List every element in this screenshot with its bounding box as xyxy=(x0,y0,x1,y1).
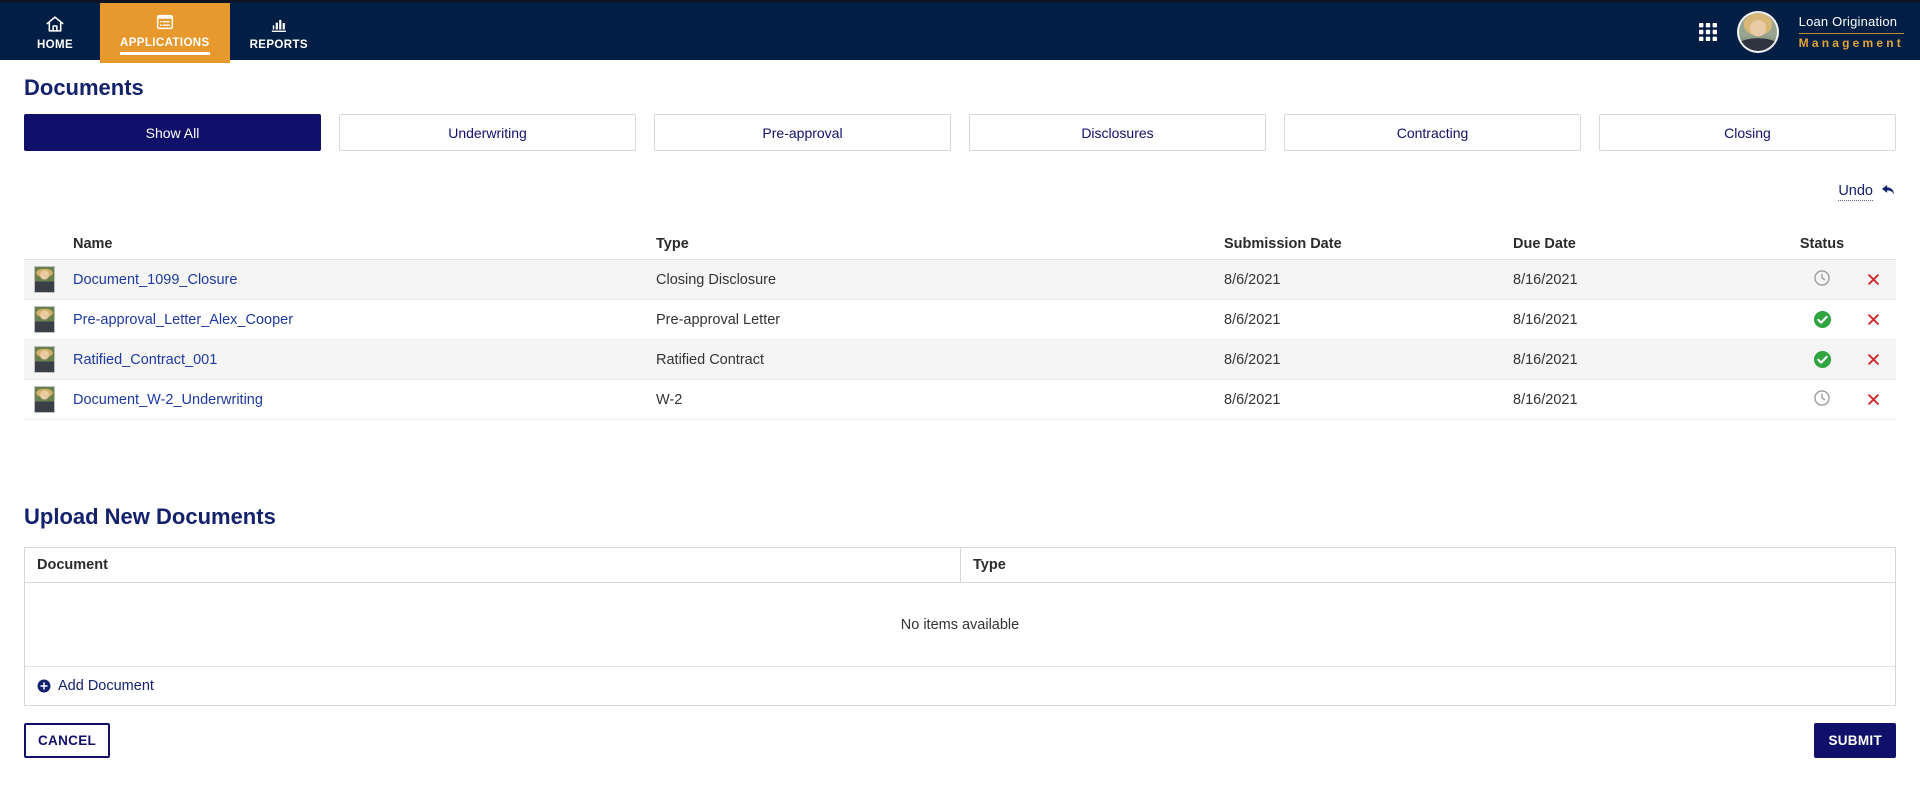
due-date: 8/16/2021 xyxy=(1513,391,1578,408)
undo-row: Undo xyxy=(24,181,1896,202)
documents-table-header: Name Type Submission Date Due Date Statu… xyxy=(24,228,1896,260)
upload-header-document: Document xyxy=(37,557,108,573)
undo-arrow-icon[interactable] xyxy=(1879,183,1896,200)
filter-underwriting[interactable]: Underwriting xyxy=(339,114,636,151)
tab-applications[interactable]: APPLICATIONS xyxy=(100,3,230,63)
document-type: Closing Disclosure xyxy=(656,271,777,288)
table-row: Pre-approval_Letter_Alex_Cooper Pre-appr… xyxy=(24,300,1896,340)
header-name: Name xyxy=(73,235,113,252)
clock-icon xyxy=(1813,269,1831,291)
document-type: Ratified Contract xyxy=(656,351,764,368)
document-name-link[interactable]: Document_1099_Closure xyxy=(73,272,237,288)
delete-document-button[interactable] xyxy=(1864,350,1883,369)
due-date: 8/16/2021 xyxy=(1513,351,1578,368)
check-icon xyxy=(1813,350,1832,369)
undo-link[interactable]: Undo xyxy=(1838,182,1873,202)
upload-section-title: Upload New Documents xyxy=(24,504,276,529)
delete-x-icon xyxy=(1868,274,1879,285)
logo-line1: Loan Origination xyxy=(1798,14,1904,34)
document-thumbnail xyxy=(34,266,55,293)
document-thumbnail xyxy=(34,346,55,373)
nav-tabs: HOME APPLICATIONS REPORTS xyxy=(10,3,328,63)
user-avatar[interactable] xyxy=(1736,10,1779,53)
filter-disclosures[interactable]: Disclosures xyxy=(969,114,1266,151)
filter-contracting[interactable]: Contracting xyxy=(1284,114,1581,151)
submission-date: 8/6/2021 xyxy=(1224,351,1281,368)
tab-reports-label: REPORTS xyxy=(249,38,308,51)
table-row: Document_1099_Closure Closing Disclosure… xyxy=(24,260,1896,300)
app-logo: Loan Origination Management xyxy=(1798,12,1904,50)
submission-date: 8/6/2021 xyxy=(1224,311,1281,328)
tab-applications-label: APPLICATIONS xyxy=(120,37,210,55)
upload-table-header: Document Type xyxy=(25,548,1895,583)
delete-x-icon xyxy=(1868,394,1879,405)
app-grid-icon[interactable] xyxy=(1698,22,1717,41)
filter-closing[interactable]: Closing xyxy=(1599,114,1896,151)
documents-table: Name Type Submission Date Due Date Statu… xyxy=(24,228,1896,420)
add-plus-icon xyxy=(37,679,51,693)
status-badge xyxy=(1793,310,1851,329)
cancel-button[interactable]: CANCEL xyxy=(24,723,111,758)
tab-home[interactable]: HOME xyxy=(10,3,100,60)
delete-document-button[interactable] xyxy=(1864,310,1883,329)
table-row: Document_W-2_Underwriting W-2 8/6/2021 8… xyxy=(24,380,1896,420)
add-document-button[interactable]: Add Document xyxy=(37,678,154,694)
document-type: W-2 xyxy=(656,391,683,408)
document-name-link[interactable]: Document_W-2_Underwriting xyxy=(73,392,263,408)
tab-reports[interactable]: REPORTS xyxy=(230,3,328,60)
upload-empty-message: No items available xyxy=(25,583,1895,667)
document-thumbnail xyxy=(34,306,55,333)
submission-date: 8/6/2021 xyxy=(1224,271,1281,288)
top-nav: HOME APPLICATIONS REPORTS Loan Originati… xyxy=(0,0,1920,63)
logo-line2: Management xyxy=(1798,35,1904,50)
document-name-link[interactable]: Ratified_Contract_001 xyxy=(73,352,217,368)
header-status: Status xyxy=(1799,235,1845,252)
home-icon xyxy=(44,13,66,35)
filter-show-all[interactable]: Show All xyxy=(24,114,321,151)
clock-icon xyxy=(1813,389,1831,411)
applications-icon xyxy=(154,11,176,33)
submission-date: 8/6/2021 xyxy=(1224,391,1281,408)
document-thumbnail xyxy=(34,386,55,413)
due-date: 8/16/2021 xyxy=(1513,271,1578,288)
status-badge xyxy=(1793,389,1851,411)
table-row: Ratified_Contract_001 Ratified Contract … xyxy=(24,340,1896,380)
submit-button[interactable]: SUBMIT xyxy=(1814,723,1896,758)
delete-document-button[interactable] xyxy=(1864,270,1883,289)
header-due-date: Due Date xyxy=(1513,235,1576,252)
main-content: Documents Show All Underwriting Pre-appr… xyxy=(0,75,1920,758)
reports-icon xyxy=(268,13,290,35)
add-document-label: Add Document xyxy=(58,678,154,694)
page-title: Documents xyxy=(24,75,144,100)
status-badge xyxy=(1793,269,1851,291)
check-icon xyxy=(1813,310,1832,329)
tab-home-label: HOME xyxy=(36,38,74,51)
document-name-link[interactable]: Pre-approval_Letter_Alex_Cooper xyxy=(73,312,293,328)
upload-header-type: Type xyxy=(960,548,1895,582)
header-type: Type xyxy=(656,235,689,252)
delete-document-button[interactable] xyxy=(1864,390,1883,409)
due-date: 8/16/2021 xyxy=(1513,311,1578,328)
delete-x-icon xyxy=(1868,314,1879,325)
form-actions: CANCEL SUBMIT xyxy=(24,723,1896,758)
status-badge xyxy=(1793,350,1851,369)
document-filters: Show All Underwriting Pre-approval Discl… xyxy=(24,114,1896,151)
header-submission-date: Submission Date xyxy=(1224,235,1342,252)
upload-table: Document Type No items available Add Doc… xyxy=(24,547,1896,706)
nav-right: Loan Origination Management xyxy=(1698,3,1920,60)
document-type: Pre-approval Letter xyxy=(656,311,781,328)
upload-table-footer: Add Document xyxy=(25,667,1895,705)
delete-x-icon xyxy=(1868,354,1879,365)
filter-pre-approval[interactable]: Pre-approval xyxy=(654,114,951,151)
